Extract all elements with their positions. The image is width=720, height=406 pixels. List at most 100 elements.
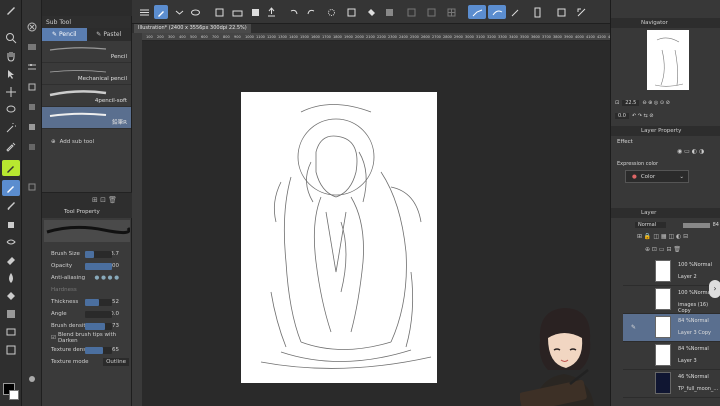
prop-slider[interactable] xyxy=(85,299,112,306)
layer-row[interactable]: 46 %Normal TP_full_moon_... xyxy=(623,370,720,398)
opacity-slider[interactable] xyxy=(683,222,710,228)
collapse-panel-handle[interactable]: › xyxy=(709,280,720,298)
brush-density-row[interactable]: Brush density 73 xyxy=(42,320,132,332)
subtool-footer-icons[interactable]: ⊞ ⊡ 🗑 xyxy=(92,196,117,204)
zoom-controls-icon[interactable]: ⊖ ⊕ ◎ ⊙ ⊘ xyxy=(642,100,669,106)
brush-item-pencil[interactable]: Pencil xyxy=(42,41,131,63)
prop-slider[interactable] xyxy=(85,347,112,354)
brush-item-mechanical[interactable]: Mechanical pencil xyxy=(42,63,131,85)
frame-icon[interactable] xyxy=(2,342,20,358)
export-icon[interactable] xyxy=(264,5,278,19)
menu-icon[interactable] xyxy=(25,40,39,54)
open-folder-icon[interactable] xyxy=(230,5,244,19)
border-icon[interactable] xyxy=(424,5,438,19)
blend-checkbox[interactable]: ☑ xyxy=(51,335,56,341)
close-icon[interactable] xyxy=(25,20,39,34)
operation-icon[interactable] xyxy=(2,66,20,82)
decoration-icon[interactable] xyxy=(2,234,20,250)
layer-opacity-value[interactable]: 84 xyxy=(713,222,719,228)
eye-icon[interactable] xyxy=(188,5,202,19)
layer-row[interactable]: 100 %Normal Layer 2 xyxy=(623,258,720,286)
canvas-icon[interactable] xyxy=(554,5,568,19)
thickness-row[interactable]: Thickness 52 xyxy=(42,296,132,308)
zoom-icon[interactable] xyxy=(2,30,20,46)
move-icon[interactable] xyxy=(2,84,20,100)
tool-property-icon[interactable] xyxy=(25,372,39,386)
eraser-icon[interactable] xyxy=(2,252,20,268)
stabilizer-icon[interactable] xyxy=(468,5,486,19)
sub-color-swatch[interactable] xyxy=(9,390,19,400)
grip-icon[interactable] xyxy=(25,180,39,194)
clear-icon[interactable] xyxy=(382,5,396,19)
flip-icon[interactable] xyxy=(574,5,588,19)
hamburger-menu-icon[interactable] xyxy=(137,5,151,19)
layer-tool-icons[interactable]: ⊞ 🔒 ◫ ▦ ◫ ◐ ⊟ xyxy=(615,233,719,243)
vector-icon[interactable] xyxy=(488,5,506,19)
rotate-controls-icon[interactable]: ↶ ↷ ⇆ ⊘ xyxy=(632,113,654,119)
brush-item-soft[interactable]: 4pencil-soft xyxy=(42,85,131,107)
ruler-tick-label: 2300 xyxy=(388,35,397,39)
gradient-icon[interactable] xyxy=(2,306,20,322)
texture-mode-row[interactable]: Texture mode Outline xyxy=(42,356,132,368)
brush-size-row[interactable]: Brush Size 28.7 xyxy=(42,248,132,260)
loading-icon[interactable] xyxy=(324,5,338,19)
device-icon[interactable] xyxy=(530,5,544,19)
expression-color-select[interactable]: ● Color ⌄ xyxy=(625,170,689,183)
hand-icon[interactable] xyxy=(2,48,20,64)
document-tab[interactable]: Illustration* (2400 x 3556px 300dpi 22.5… xyxy=(134,24,251,33)
new-file-icon[interactable] xyxy=(212,5,226,19)
blend-icon[interactable] xyxy=(2,270,20,286)
zoom-value[interactable]: 22.5 xyxy=(622,100,640,106)
reference-icon[interactable] xyxy=(404,5,418,19)
grid-icon[interactable] xyxy=(444,5,458,19)
material-icon[interactable] xyxy=(25,100,39,114)
pen-logo-icon[interactable] xyxy=(2,2,20,18)
fill-bucket-icon[interactable] xyxy=(364,5,378,19)
antialias-dots[interactable]: ● ● ● ● xyxy=(95,275,119,281)
effect-icons[interactable]: ◉ ▭ ◐ ◑ xyxy=(677,148,704,155)
transform-icon[interactable] xyxy=(344,5,358,19)
pencil-tool-icon[interactable] xyxy=(2,180,20,196)
opacity-row[interactable]: Opacity 100 xyxy=(42,260,132,272)
layer-mode: 46 %Normal xyxy=(678,374,709,380)
color-set-icon[interactable] xyxy=(25,120,39,134)
pencil-mode-icon[interactable] xyxy=(154,5,168,19)
save-icon[interactable] xyxy=(248,5,262,19)
blend-darken-row[interactable]: ☑ Blend brush tips with Darken xyxy=(42,332,132,344)
canvas-paper[interactable] xyxy=(241,92,437,383)
brush-item-selected[interactable]: 鉛筆R xyxy=(42,107,131,129)
prop-slider[interactable] xyxy=(85,323,112,330)
prop-slider[interactable] xyxy=(85,311,112,318)
tab-pastel[interactable]: ✎ Pastel xyxy=(87,28,132,41)
pen-tool-icon[interactable] xyxy=(2,160,20,176)
undo-icon[interactable] xyxy=(286,5,300,19)
blend-mode-select[interactable]: Normal xyxy=(635,222,667,228)
fill-icon[interactable] xyxy=(2,288,20,304)
sliders-icon[interactable] xyxy=(25,60,39,74)
add-subtool-button[interactable]: ⊕ Add sub tool xyxy=(42,133,131,151)
navigator-preview[interactable] xyxy=(647,30,689,90)
rotation-value[interactable]: 0.0 xyxy=(615,113,629,119)
figure-icon[interactable] xyxy=(2,324,20,340)
texture-density-row[interactable]: Texture density 65 xyxy=(42,344,132,356)
lasso-icon[interactable] xyxy=(2,102,20,118)
layer-row[interactable]: 100 %Normal images (16) Copy xyxy=(623,286,720,314)
prop-slider[interactable] xyxy=(85,263,112,270)
auto-select-icon[interactable] xyxy=(2,120,20,136)
layers-icon[interactable] xyxy=(25,80,39,94)
brush-icon[interactable] xyxy=(2,198,20,214)
angle-row[interactable]: Angle 0.0 xyxy=(42,308,132,320)
redo-icon[interactable] xyxy=(304,5,318,19)
antialiasing-row[interactable]: Anti-aliasing ● ● ● ● xyxy=(42,272,132,284)
layer-row[interactable]: 84 %Normal Layer 3 xyxy=(623,342,720,370)
pen-pressure-icon[interactable] xyxy=(508,5,522,19)
layer-row-selected[interactable]: ✎ 84 %Normal Layer 3 Copy xyxy=(623,314,720,342)
history-icon[interactable] xyxy=(25,140,39,154)
airbrush-icon[interactable] xyxy=(2,216,20,232)
chevron-down-icon[interactable] xyxy=(172,5,186,19)
prop-slider[interactable] xyxy=(85,251,112,258)
layer-action-icons[interactable]: ⊕ ⊡ ▭ ⊟ 🗑 xyxy=(615,246,719,256)
eyedropper-icon[interactable] xyxy=(2,138,20,154)
tab-pencil[interactable]: ✎ Pencil xyxy=(42,28,87,41)
command-bar xyxy=(132,0,610,24)
